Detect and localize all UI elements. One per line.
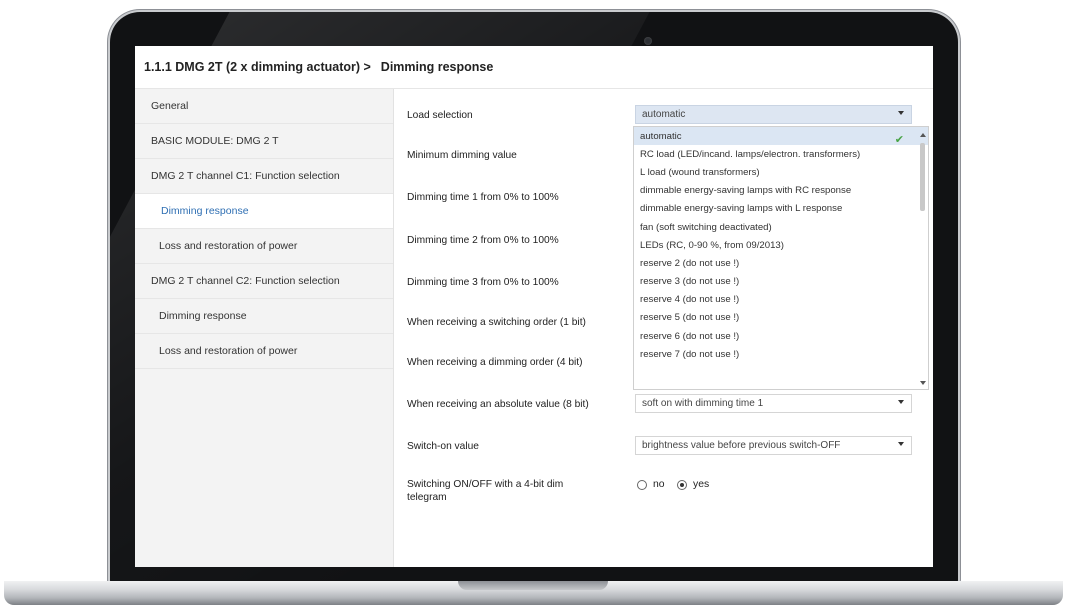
- switch-on-value-select[interactable]: brightness value before previous switch-…: [635, 436, 912, 455]
- sidebar-item-basic-module[interactable]: BASIC MODULE: DMG 2 T: [135, 124, 393, 159]
- dropdown-option[interactable]: reserve 7 (do not use !): [634, 345, 928, 363]
- dim-time-2-label: Dimming time 2 from 0% to 100%: [407, 235, 559, 246]
- switching-4bit-label-line2: telegram: [407, 492, 447, 503]
- dropdown-option[interactable]: reserve 4 (do not use !): [634, 291, 928, 309]
- dropdown-option[interactable]: reserve 5 (do not use !): [634, 309, 928, 327]
- switching-4bit-label-line1: Switching ON/OFF with a 4-bit dim: [407, 479, 564, 490]
- absolute-value-select[interactable]: soft on with dimming time 1: [635, 394, 912, 413]
- sidebar: General BASIC MODULE: DMG 2 T DMG 2 T ch…: [135, 89, 394, 567]
- webcam-icon: [644, 37, 652, 45]
- switch-on-value-label: Switch-on value: [407, 441, 479, 452]
- dropdown-option[interactable]: RC load (LED/incand. lamps/electron. tra…: [634, 145, 928, 163]
- dropdown-option[interactable]: dimmable energy-saving lamps with RC res…: [634, 182, 928, 200]
- chevron-down-icon: [898, 111, 904, 115]
- laptop-notch: [458, 581, 608, 590]
- dim-time-3-label: Dimming time 3 from 0% to 100%: [407, 277, 559, 288]
- switching-4bit-no-radio[interactable]: no: [637, 479, 665, 490]
- switch-on-value-value: brightness value before previous switch-…: [642, 440, 841, 451]
- load-selection-select[interactable]: automatic: [635, 105, 912, 124]
- scroll-up-icon[interactable]: [920, 133, 926, 137]
- sidebar-item-c2-dimming-response[interactable]: Dimming response: [135, 299, 393, 334]
- dropdown-option[interactable]: reserve 3 (do not use !): [634, 273, 928, 291]
- dropdown-option[interactable]: dimmable energy-saving lamps with L resp…: [634, 200, 928, 218]
- sidebar-item-c1-dimming-response[interactable]: Dimming response: [135, 194, 393, 229]
- scroll-down-icon[interactable]: [920, 381, 926, 385]
- parameter-panel: Load selection automatic Minimum dimming…: [394, 89, 933, 567]
- dropdown-option[interactable]: LEDs (RC, 0-90 %, from 09/2013): [634, 236, 928, 254]
- radio-on-icon: [677, 479, 687, 490]
- sidebar-item-c2-loss-restoration[interactable]: Loss and restoration of power: [135, 334, 393, 369]
- dimming-order-label: When receiving a dimming order (4 bit): [407, 357, 583, 368]
- dropdown-scrollbar[interactable]: [919, 131, 926, 387]
- switching-4bit-yes-radio[interactable]: yes: [677, 479, 709, 490]
- load-selection-dropdown: automatic RC load (LED/incand. lamps/ele…: [633, 126, 929, 390]
- dropdown-option[interactable]: reserve 6 (do not use !): [634, 327, 928, 345]
- sidebar-item-general[interactable]: General: [135, 89, 393, 124]
- sidebar-item-c1-loss-restoration[interactable]: Loss and restoration of power: [135, 229, 393, 264]
- dropdown-option-automatic[interactable]: automatic: [634, 127, 928, 146]
- breadcrumb-path: 1.1.1 DMG 2T (2 x dimming actuator) >: [144, 60, 371, 74]
- sidebar-item-c1-function-selection[interactable]: DMG 2 T channel C1: Function selection: [135, 159, 393, 194]
- sidebar-item-c2-function-selection[interactable]: DMG 2 T channel C2: Function selection: [135, 264, 393, 299]
- switching-4bit-label: Switching ON/OFF with a 4-bit dim telegr…: [407, 478, 563, 504]
- dropdown-option[interactable]: L load (wound transformers): [634, 163, 928, 181]
- absolute-value-label: When receiving an absolute value (8 bit): [407, 399, 589, 410]
- page-title: Dimming response: [380, 60, 494, 74]
- breadcrumb: 1.1.1 DMG 2T (2 x dimming actuator) > Di…: [135, 46, 933, 89]
- check-icon: ✔: [894, 134, 904, 146]
- radio-no-label: no: [653, 479, 665, 490]
- load-selection-value: automatic: [642, 109, 686, 120]
- min-dimming-label: Minimum dimming value: [407, 150, 517, 161]
- radio-off-icon: [637, 479, 647, 490]
- absolute-value-value: soft on with dimming time 1: [642, 398, 764, 409]
- dropdown-option[interactable]: fan (soft switching deactivated): [634, 218, 928, 236]
- load-selection-label: Load selection: [407, 110, 473, 121]
- app-window: 1.1.1 DMG 2T (2 x dimming actuator) > Di…: [135, 46, 933, 567]
- radio-yes-label: yes: [693, 479, 710, 490]
- dim-time-1-label: Dimming time 1 from 0% to 100%: [407, 192, 559, 203]
- chevron-down-icon: [898, 400, 904, 404]
- switching-order-label: When receiving a switching order (1 bit): [407, 317, 586, 328]
- chevron-down-icon: [898, 442, 904, 446]
- dropdown-option[interactable]: reserve 2 (do not use !): [634, 254, 928, 272]
- scrollbar-thumb[interactable]: [920, 143, 925, 211]
